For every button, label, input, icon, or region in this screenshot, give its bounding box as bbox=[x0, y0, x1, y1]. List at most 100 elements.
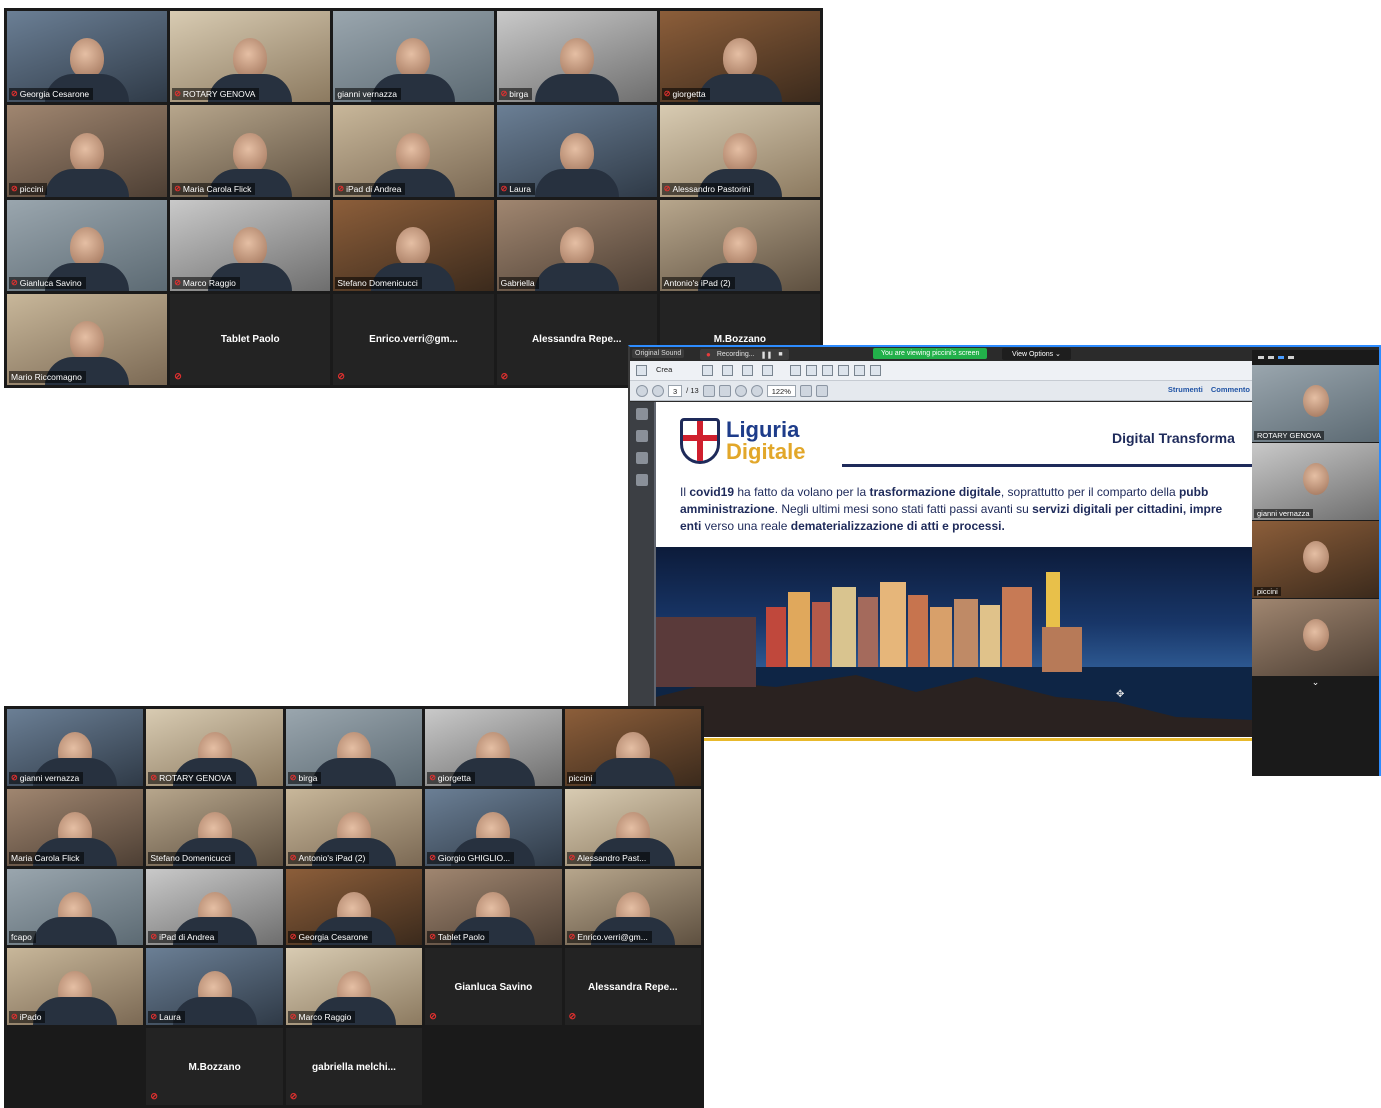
participant-tile[interactable]: Alessandra Repe... ⊘ bbox=[564, 948, 701, 1026]
create-icon[interactable] bbox=[636, 365, 647, 376]
participant-tile[interactable]: ⊘ piccini bbox=[7, 105, 168, 197]
participant-name: Laura bbox=[159, 1012, 181, 1023]
open-icon[interactable] bbox=[702, 365, 713, 376]
fit-page-icon[interactable] bbox=[815, 384, 828, 397]
participant-name: Giorgio GHIGLIO... bbox=[437, 852, 511, 863]
zoom-in-icon[interactable] bbox=[750, 384, 763, 397]
recording-indicator[interactable]: ● Recording... ❚❚ ■ bbox=[700, 349, 789, 360]
participant-tile[interactable]: Enrico.verri@gm... ⊘ bbox=[333, 293, 494, 385]
pages-icon[interactable] bbox=[636, 408, 648, 420]
select-tool-icon[interactable] bbox=[702, 384, 715, 397]
participant-name-tag: Gabriella bbox=[498, 276, 539, 289]
participant-tile[interactable]: Antonio's iPad (2) bbox=[659, 199, 820, 291]
mic-muted-icon: ⊘ bbox=[11, 89, 18, 99]
participant-tile[interactable]: ⊘ ROTARY GENOVA bbox=[170, 11, 331, 103]
pause-icon[interactable]: ❚❚ bbox=[761, 351, 773, 359]
mic-muted-icon: ⊘ bbox=[150, 772, 158, 782]
hand-tool-icon[interactable] bbox=[718, 384, 731, 397]
participant-tile[interactable]: ⊘ Enrico.verri@gm... bbox=[564, 868, 701, 946]
participant-tile[interactable]: ⊘ Laura bbox=[146, 948, 283, 1026]
hide-icon[interactable] bbox=[1268, 355, 1274, 359]
participant-tile[interactable]: ⊘ Marco Raggio bbox=[170, 199, 331, 291]
participant-tile[interactable]: ⊘ Laura bbox=[496, 105, 657, 197]
sign-icon[interactable] bbox=[838, 365, 849, 376]
strumenti-button[interactable]: Strumenti bbox=[1168, 385, 1203, 394]
participant-tile[interactable]: ⊘ birga bbox=[496, 11, 657, 103]
participant-tile[interactable]: gabriella melchi... ⊘ bbox=[285, 1028, 423, 1105]
participant-tile[interactable]: ⊘ Giorgio GHIGLIO... bbox=[425, 788, 562, 866]
participant-tile[interactable]: Mario Riccomagno bbox=[7, 293, 168, 385]
participant-tile[interactable]: ⊘ Alessandro Pastorini bbox=[659, 105, 820, 197]
participant-tile[interactable]: Tablet Paolo ⊘ bbox=[170, 293, 331, 385]
chevron-down-icon[interactable]: ⌄ bbox=[1252, 677, 1379, 688]
save-icon[interactable] bbox=[722, 365, 733, 376]
minimize-icon[interactable] bbox=[1258, 355, 1264, 359]
crea-menu[interactable]: Crea bbox=[656, 365, 672, 374]
signatures-icon[interactable] bbox=[636, 474, 648, 486]
side-participant-tile[interactable]: piccini bbox=[1252, 521, 1379, 598]
view-options-button[interactable]: View Options ⌄ bbox=[1002, 348, 1071, 360]
speaker-view-icon[interactable] bbox=[1278, 355, 1284, 359]
participant-tile[interactable]: ⊘ Alessandro Past... bbox=[564, 788, 701, 866]
commento-button[interactable]: Commento bbox=[1211, 385, 1250, 394]
attachments-icon[interactable] bbox=[636, 452, 648, 464]
participant-tile[interactable]: ⊘ ROTARY GENOVA bbox=[146, 709, 283, 786]
mic-muted-icon: ⊘ bbox=[11, 277, 18, 287]
participant-tile[interactable]: gianni vernazza bbox=[333, 11, 494, 103]
participant-name: Mario Riccomagno bbox=[11, 372, 82, 382]
participant-tile[interactable]: ⊘ giorgetta bbox=[659, 11, 820, 103]
participant-tile[interactable]: ⊘ iPad di Andrea bbox=[333, 105, 494, 197]
participant-name: Gianluca Savino bbox=[454, 982, 533, 994]
mic-muted-icon: ⊘ bbox=[663, 183, 671, 193]
side-participant-tile[interactable]: ROTARY GENOVA bbox=[1252, 365, 1379, 442]
settings-icon[interactable] bbox=[790, 365, 801, 376]
participant-tile[interactable]: Gianluca Savino ⊘ bbox=[425, 948, 562, 1026]
participant-tile[interactable]: ⊘ Georgia Cesarone bbox=[7, 11, 168, 103]
side-participant-tile[interactable] bbox=[1252, 599, 1379, 676]
participant-name: birga bbox=[509, 89, 529, 100]
side-view-controls[interactable] bbox=[1252, 350, 1379, 364]
participant-tile[interactable]: ⊘ giorgetta bbox=[425, 709, 562, 786]
participant-tile[interactable]: ⊘ Antonio's iPad (2) bbox=[285, 788, 423, 866]
print-icon[interactable] bbox=[742, 365, 753, 376]
participant-tile[interactable]: ⊘ Gianluca Savino bbox=[7, 199, 168, 291]
participant-tile[interactable]: ⊘ Tablet Paolo bbox=[425, 868, 562, 946]
participant-tile[interactable]: ⊘ Maria Carola Flick bbox=[170, 105, 331, 197]
participant-tile[interactable]: ⊘ Marco Raggio bbox=[285, 948, 423, 1026]
fit-width-icon[interactable] bbox=[799, 384, 812, 397]
participant-tile[interactable]: Stefano Domenicucci bbox=[333, 199, 494, 291]
participant-tile[interactable]: ⊘ birga bbox=[285, 709, 423, 786]
shared-screen-window[interactable]: Original Sound ● Recording... ❚❚ ■ You a… bbox=[628, 345, 1381, 778]
participant-tile[interactable]: ⊘ gianni vernazza bbox=[7, 709, 144, 786]
document-page-area[interactable]: Liguria Digitale Digital Transforma Il c… bbox=[654, 402, 1306, 778]
mic-muted-icon: ⊘ bbox=[289, 852, 297, 862]
page-number-input[interactable]: 3 bbox=[668, 384, 683, 397]
participant-tile[interactable]: ⊘ Georgia Cesarone bbox=[285, 868, 423, 946]
zoom-out-icon[interactable] bbox=[734, 384, 747, 397]
export-icon[interactable] bbox=[854, 365, 865, 376]
participant-name: Gabriella bbox=[500, 277, 535, 288]
bookmarks-icon[interactable] bbox=[636, 430, 648, 442]
participant-tile[interactable]: fcapo bbox=[7, 868, 144, 946]
zoom-select[interactable]: 122% bbox=[766, 384, 796, 397]
participant-tile[interactable]: ⊘ iPado bbox=[7, 948, 144, 1026]
participant-tile[interactable]: Gabriella bbox=[496, 199, 657, 291]
next-page-icon[interactable] bbox=[652, 384, 664, 397]
mic-muted-icon: ⊘ bbox=[429, 852, 436, 862]
viewing-banner: You are viewing piccini's screen bbox=[873, 348, 988, 359]
participant-tile[interactable]: M.Bozzano ⊘ bbox=[146, 1028, 283, 1105]
participant-tile[interactable]: piccini bbox=[564, 709, 701, 786]
stop-icon[interactable]: ■ bbox=[778, 351, 782, 358]
prev-page-icon[interactable] bbox=[636, 384, 648, 397]
participant-tile[interactable]: ⊘ iPad di Andrea bbox=[146, 868, 283, 946]
original-sound-button[interactable]: Original Sound bbox=[632, 349, 685, 358]
gallery-grid-icon[interactable] bbox=[1288, 355, 1294, 359]
highlight-icon[interactable] bbox=[822, 365, 833, 376]
comment-icon[interactable] bbox=[806, 365, 817, 376]
side-participant-tile[interactable]: gianni vernazza bbox=[1252, 443, 1379, 520]
review-icon[interactable] bbox=[870, 365, 881, 376]
email-icon[interactable] bbox=[762, 365, 773, 376]
participant-tile[interactable]: Stefano Domenicucci bbox=[146, 788, 283, 866]
participant-name: Alessandro Pastorini bbox=[672, 183, 751, 194]
participant-tile[interactable]: Maria Carola Flick bbox=[7, 788, 144, 866]
